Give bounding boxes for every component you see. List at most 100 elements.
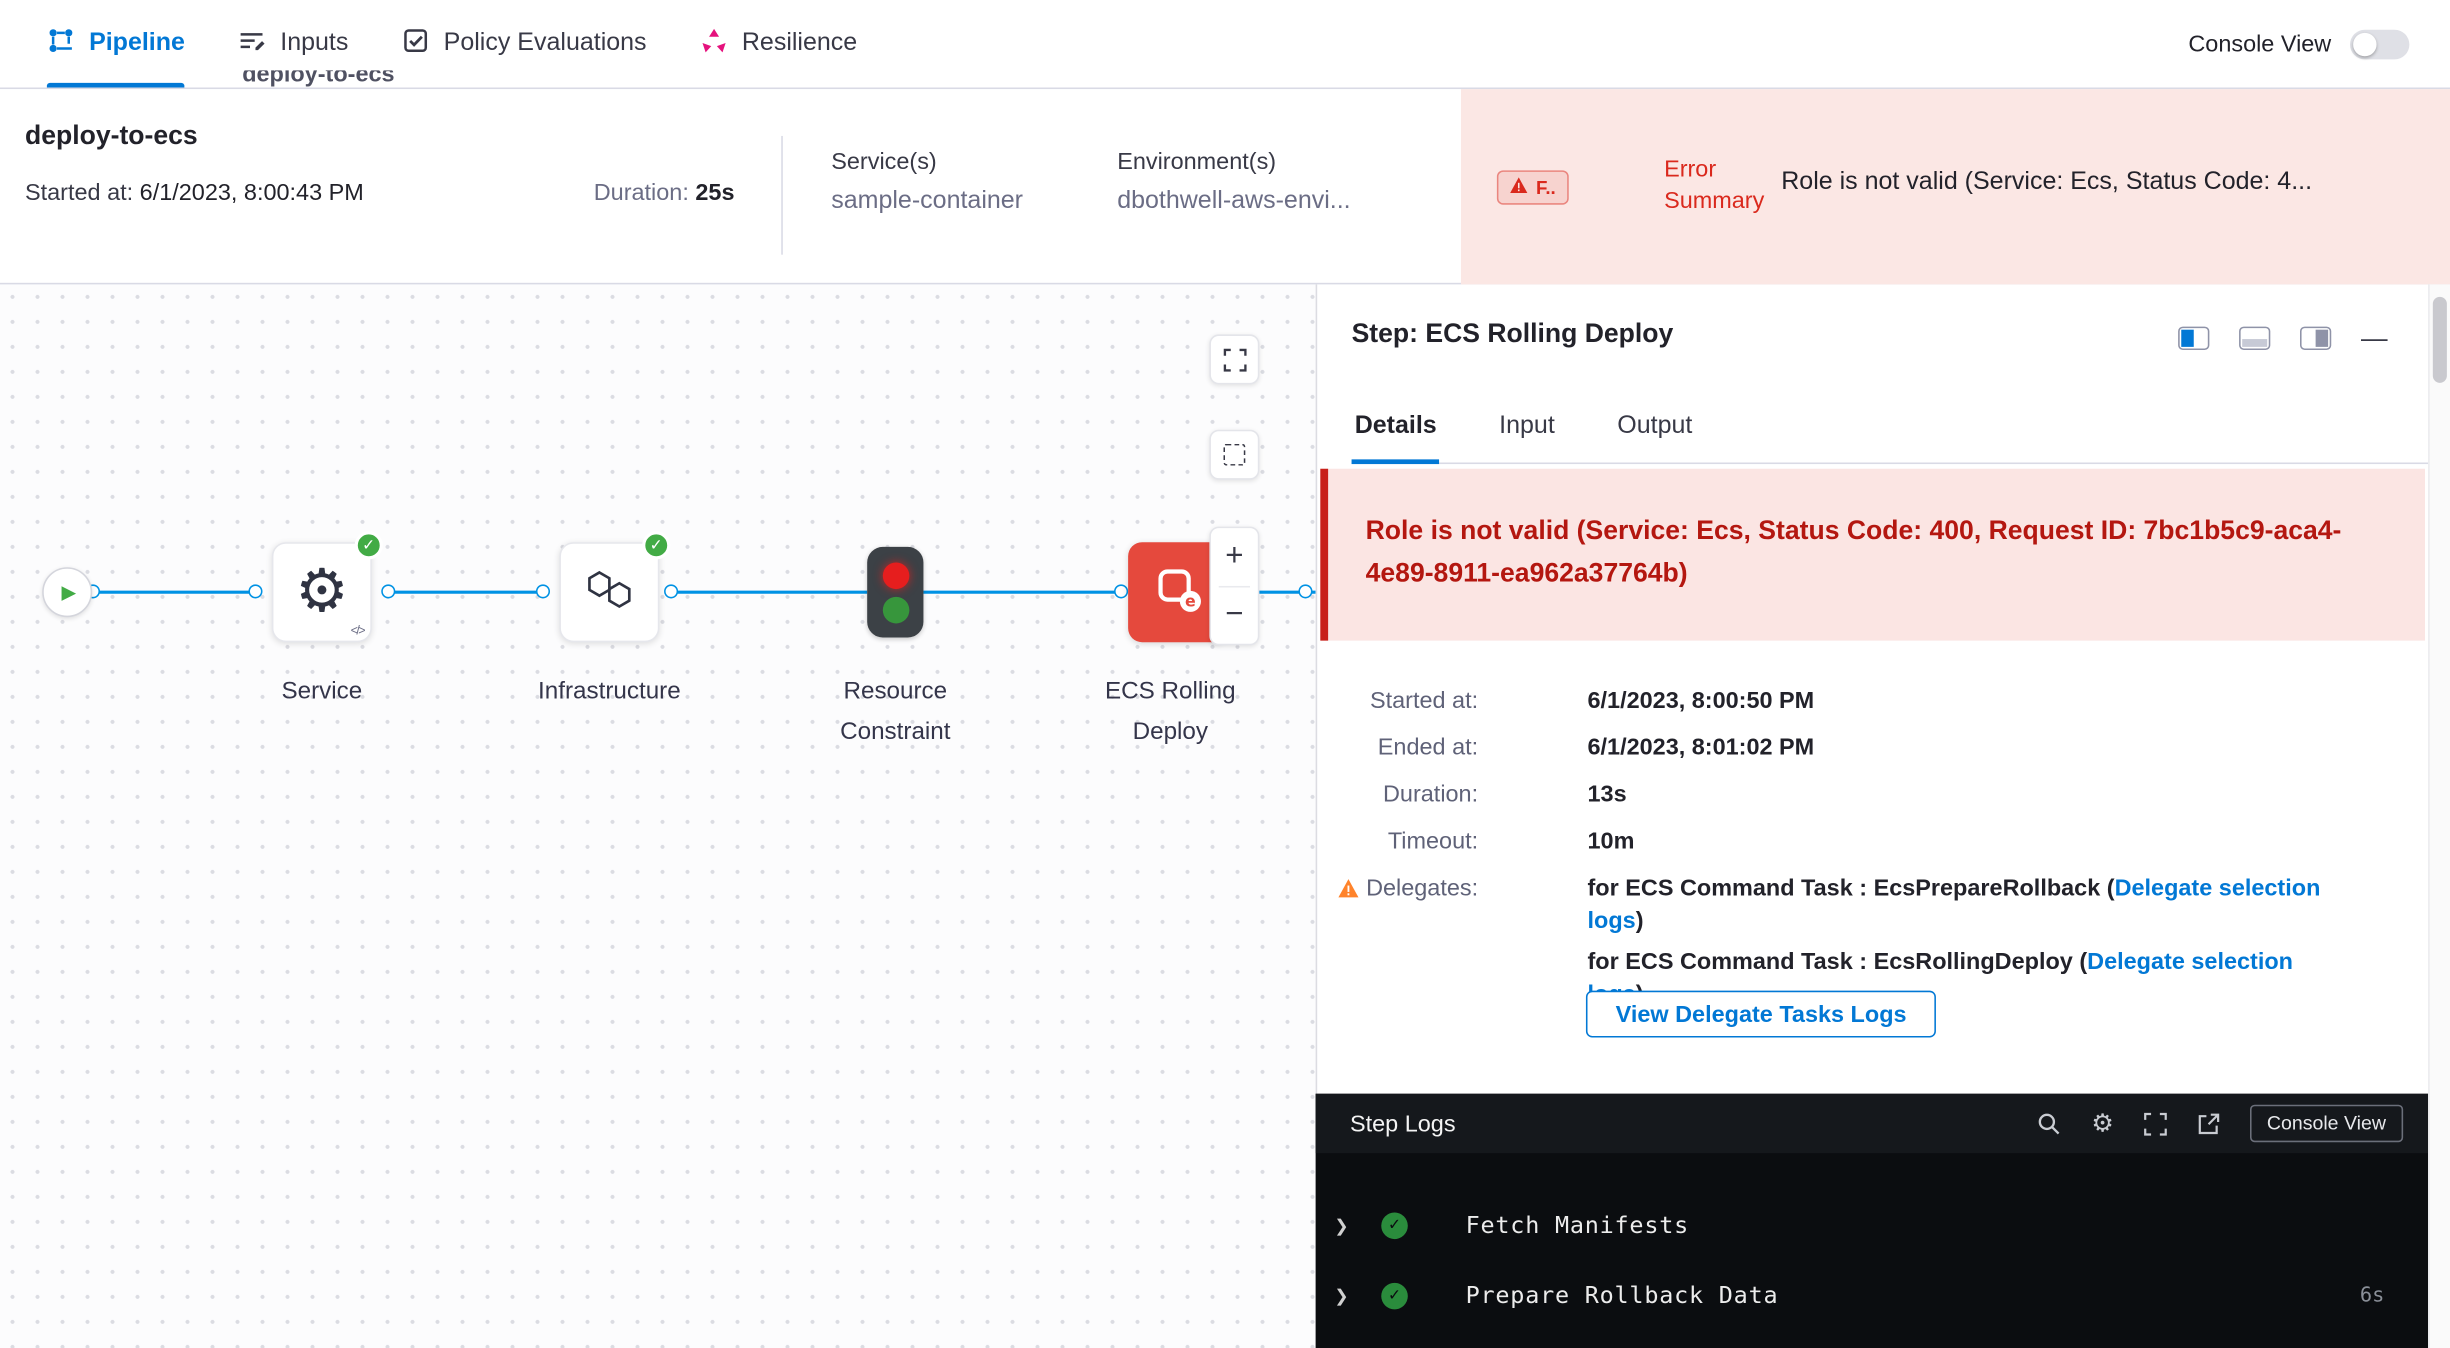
divider — [781, 136, 783, 255]
settings-gear-icon[interactable]: ⚙ — [2091, 1108, 2113, 1139]
layout-split-right-icon[interactable] — [2300, 327, 2331, 350]
pipeline-start-node[interactable]: ▶ — [42, 567, 92, 617]
duration: Duration: 25s — [594, 180, 735, 207]
error-summary-text: Role is not valid (Service: Ecs, Status … — [1781, 169, 2434, 197]
services-value[interactable]: sample-container — [831, 188, 1023, 216]
detail-row: Ended at: 6/1/2023, 8:01:02 PM — [1317, 731, 2406, 764]
detail-label: Timeout: — [1317, 825, 1478, 858]
zoom-in-button[interactable]: + — [1211, 528, 1258, 585]
tab-pipeline-label: Pipeline — [89, 30, 185, 58]
step-logs-panel: Step Logs ⚙ Console View ❯ ✓ Fetch Manif… — [1316, 1094, 2429, 1348]
node-label-infrastructure: Infrastructure — [508, 672, 711, 713]
edge-dot — [664, 584, 678, 598]
environments-value[interactable]: dbothwell-aws-envi... — [1117, 188, 1350, 216]
layout-split-left-icon[interactable] — [2178, 327, 2209, 350]
error-summary-label: Error Summary — [1664, 155, 1777, 218]
app-window: Pipeline Inputs Policy Evaluations Resil… — [0, 0, 2450, 1348]
layout-split-bottom-icon[interactable] — [2239, 327, 2270, 350]
pipeline-icon — [47, 26, 75, 62]
duration-label: Duration: — [594, 180, 689, 207]
delegates-label: Delegates: — [1317, 872, 1478, 908]
log-step-name: Fetch Manifests — [1466, 1211, 1689, 1239]
services-label: Service(s) — [831, 148, 1023, 175]
detail-value: 10m — [1588, 825, 1635, 858]
tab-output[interactable]: Output — [1614, 400, 1695, 463]
svg-text:e: e — [1185, 591, 1196, 610]
tab-resilience[interactable]: Resilience — [700, 0, 858, 88]
detail-label: Started at: — [1317, 684, 1478, 717]
chevron-right-icon[interactable]: ❯ — [1334, 1285, 1348, 1305]
zoom-out-button[interactable]: − — [1211, 587, 1258, 644]
tab-input[interactable]: Input — [1496, 400, 1558, 463]
chevron-right-icon[interactable]: ❯ — [1334, 1215, 1348, 1235]
duration-value: 25s — [695, 180, 734, 207]
resilience-icon — [700, 26, 728, 62]
node-label-resource-constraint: Resource Constraint — [802, 672, 990, 753]
log-row-fetch-manifests[interactable]: ❯ ✓ Fetch Manifests — [1316, 1205, 2429, 1246]
success-check-icon: ✓ — [355, 531, 383, 559]
failed-status-badge[interactable]: F.. — [1497, 170, 1568, 204]
started-at-label: Started at: — [25, 180, 133, 207]
detail-row: Started at: 6/1/2023, 8:00:50 PM — [1317, 684, 2406, 717]
ecs-icon: e — [1150, 560, 1206, 624]
traffic-light-green — [882, 596, 909, 623]
pipeline-canvas[interactable]: ▶ ⚙ </> ✓ Service ✓ Infrastructure Resou… — [0, 284, 1316, 1348]
detail-label: Duration: — [1317, 778, 1478, 811]
success-check-icon: ✓ — [642, 531, 670, 559]
console-view-toggle[interactable] — [2350, 29, 2409, 59]
logs-console-view-button[interactable]: Console View — [2250, 1105, 2403, 1143]
marquee-icon — [1223, 444, 1245, 466]
log-success-check-icon: ✓ — [1381, 1282, 1408, 1309]
minimize-panel-button[interactable]: — — [2361, 325, 2388, 352]
step-logs-header: Step Logs ⚙ Console View — [1316, 1094, 2429, 1153]
canvas-marquee-select-button[interactable] — [1209, 430, 1259, 480]
edge-dot — [1298, 584, 1312, 598]
node-infrastructure[interactable]: ✓ — [559, 542, 659, 642]
hexagons-icon — [583, 562, 636, 623]
detail-value: 13s — [1588, 778, 1627, 811]
node-resource-constraint[interactable] — [867, 547, 923, 638]
detail-row: Timeout: 10m — [1317, 825, 2406, 858]
log-step-name: Prepare Rollback Data — [1466, 1281, 1779, 1309]
search-icon[interactable] — [2037, 1111, 2062, 1136]
canvas-zoom-controls: + − — [1209, 527, 1259, 646]
edge-dot — [248, 584, 262, 598]
pipeline-name: deploy-to-ecs — [25, 120, 198, 151]
environments-block: Environment(s) dbothwell-aws-envi... — [1117, 148, 1350, 215]
delegate-task-line: for ECS Command Task : EcsPrepareRollbac… — [1588, 872, 2341, 938]
edge-dot — [381, 584, 395, 598]
inputs-icon — [238, 26, 266, 62]
canvas-fullscreen-button[interactable] — [1209, 334, 1259, 384]
tab-policy-evaluations[interactable]: Policy Evaluations — [401, 0, 646, 88]
vertical-scrollbar[interactable] — [2428, 284, 2450, 1348]
open-external-icon[interactable] — [2197, 1112, 2220, 1135]
warning-triangle-icon — [1509, 177, 1528, 199]
environments-label: Environment(s) — [1117, 148, 1350, 175]
console-view-label: Console View — [2188, 30, 2331, 57]
detail-value: 6/1/2023, 8:01:02 PM — [1588, 731, 1815, 764]
gear-icon: ⚙ — [295, 563, 348, 622]
policy-check-icon — [401, 26, 429, 62]
view-delegate-tasks-logs-button[interactable]: View Delegate Tasks Logs — [1586, 991, 1936, 1038]
log-row-prepare-rollback-data[interactable]: ❯ ✓ Prepare Rollback Data 6s — [1316, 1275, 2429, 1316]
detail-row: Duration: 13s — [1317, 778, 2406, 811]
failed-badge-text: F.. — [1536, 177, 1556, 199]
fullscreen-icon[interactable] — [2143, 1112, 2166, 1135]
node-label-service: Service — [220, 672, 423, 713]
step-panel-tabs: Details Input Output — [1352, 400, 2429, 464]
scrollbar-thumb[interactable] — [2433, 297, 2447, 383]
edge — [923, 591, 1121, 594]
edge — [672, 591, 867, 594]
step-panel-title: Step: ECS Rolling Deploy — [1352, 319, 1674, 350]
play-icon: ▶ — [62, 581, 76, 603]
edge-dot — [1114, 584, 1128, 598]
tab-inputs-label: Inputs — [280, 30, 348, 58]
edge — [389, 591, 544, 594]
tab-pipeline[interactable]: Pipeline — [47, 0, 185, 88]
edge-dot — [536, 584, 550, 598]
error-summary-strip: F.. Error Summary Role is not valid (Ser… — [1461, 89, 2450, 284]
tab-policy-evaluations-label: Policy Evaluations — [444, 30, 647, 58]
services-block: Service(s) sample-container — [831, 148, 1023, 215]
node-service[interactable]: ⚙ </> ✓ — [272, 542, 372, 642]
tab-details[interactable]: Details — [1352, 400, 1440, 463]
